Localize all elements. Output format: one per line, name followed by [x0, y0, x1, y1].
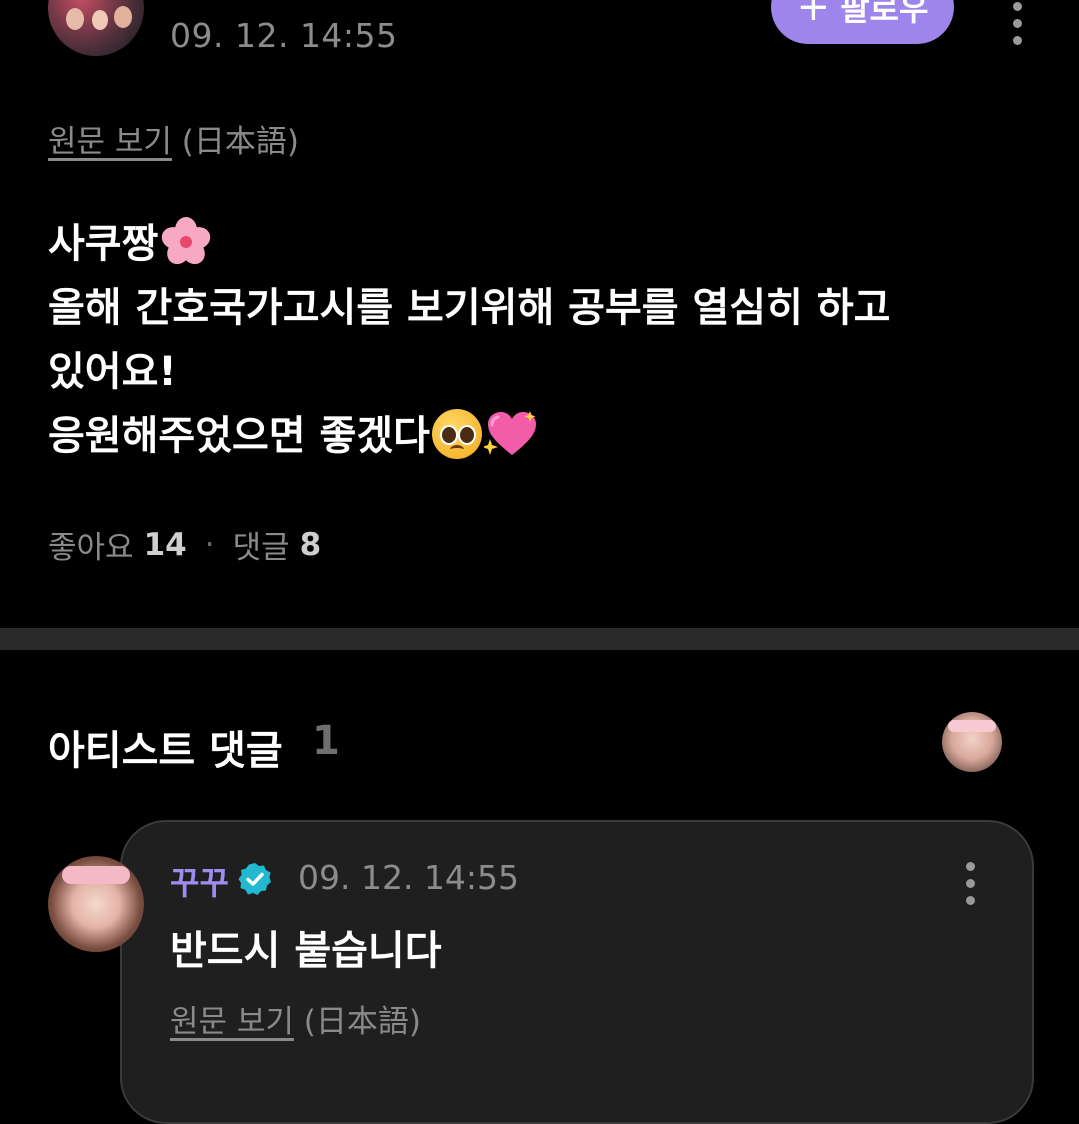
post-content: 사쿠짱 올해 간호국가고시를 보기위해 공부를 열심히 하고 있어요! 응원해주…: [48, 212, 1008, 468]
view-original-link[interactable]: 원문 보기 (日本語): [48, 116, 299, 161]
original-language: (日本語): [181, 124, 299, 160]
view-original-label[interactable]: 원문 보기: [48, 124, 172, 160]
comment-text: 반드시 붙습니다: [170, 928, 442, 974]
follow-button[interactable]: + 팔로우: [771, 0, 954, 44]
section-divider: [0, 628, 1079, 650]
likes-label[interactable]: 좋아요: [48, 522, 134, 567]
artist-avatar-thumbnail[interactable]: [942, 712, 1002, 772]
comments-count: 8: [299, 526, 322, 563]
comments-label[interactable]: 댓글: [233, 522, 290, 567]
post-line-4: 응원해주었으면 좋겠다: [48, 413, 430, 459]
follow-label: 팔로우: [840, 0, 929, 28]
post-timestamp: 09. 12. 14:55: [170, 16, 398, 55]
stats-separator: ·: [204, 526, 215, 563]
post-line-2: 올해 간호국가고시를 보기위해 공부를 열심히 하고: [48, 285, 891, 331]
comment-original-language: (日本語): [303, 1004, 421, 1040]
avatar-face: [114, 6, 132, 28]
comment-author-avatar[interactable]: [48, 856, 144, 952]
plus-icon: +: [796, 0, 831, 30]
artist-comments-title: 아티스트 댓글: [48, 728, 283, 774]
artist-comments-count: 1: [312, 718, 340, 764]
more-options-icon[interactable]: [1012, 2, 1022, 45]
author-avatar[interactable]: [48, 0, 144, 56]
post-line-1: 사쿠짱: [48, 221, 159, 267]
comment-author-name[interactable]: 꾸꾸: [170, 858, 229, 904]
cherry-blossom-icon: [159, 216, 214, 269]
avatar-face: [92, 10, 108, 30]
post-line-3: 있어요!: [48, 349, 177, 395]
avatar-face: [66, 8, 84, 30]
likes-count: 14: [143, 526, 187, 563]
post-stats: 좋아요 14 · 댓글 8: [48, 522, 321, 567]
comment-view-original-link[interactable]: 원문 보기 (日本語): [170, 996, 421, 1041]
sparkling-heart-icon: [483, 409, 540, 459]
comment-more-options-icon[interactable]: [965, 862, 975, 905]
comment-timestamp: 09. 12. 14:55: [298, 858, 520, 897]
verified-badge-icon: [238, 862, 272, 896]
pleading-face-icon: [431, 409, 482, 459]
comment-view-original-label[interactable]: 원문 보기: [170, 1004, 294, 1040]
